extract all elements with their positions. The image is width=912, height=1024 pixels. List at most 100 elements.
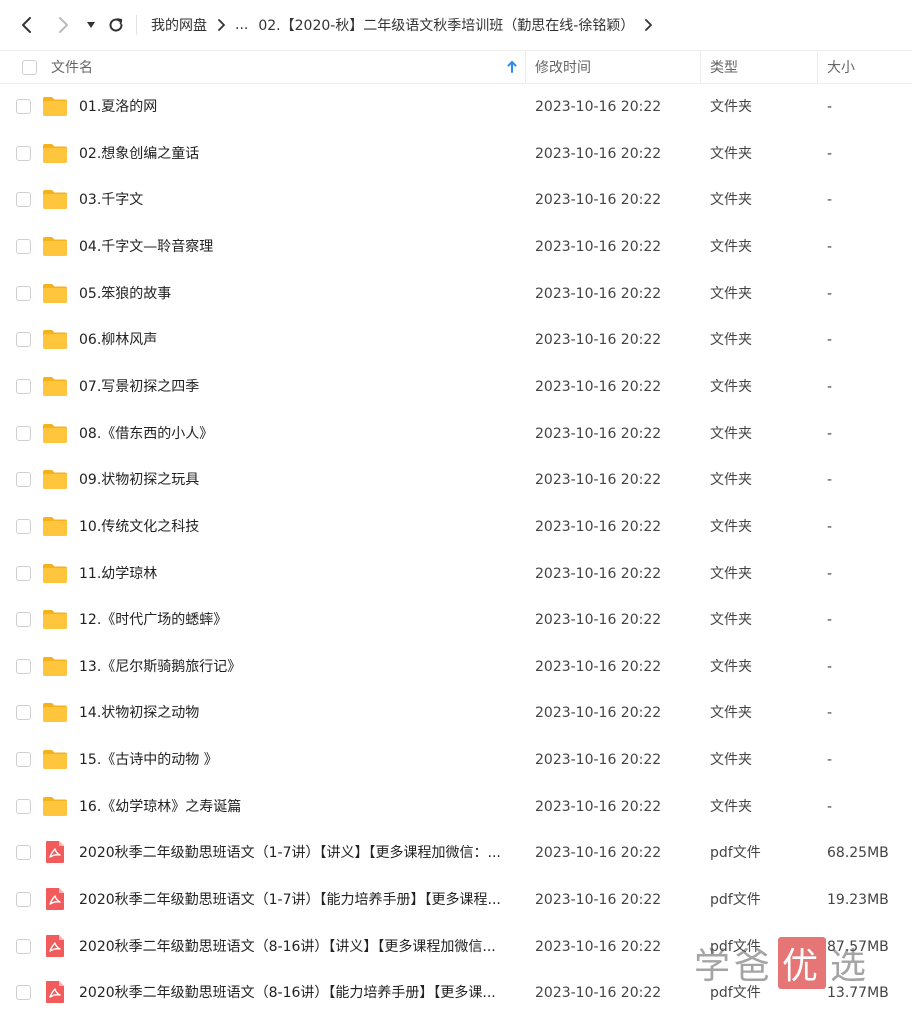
- file-name[interactable]: 2020秋季二年级勤思班语文（1-7讲）【讲义】【更多课程加微信：...: [79, 830, 501, 876]
- folder-icon: [42, 607, 68, 631]
- row-checkbox[interactable]: [16, 705, 31, 721]
- table-row[interactable]: 08.《借东西的小人》 2023-10-16 20:22 文件夹 -: [0, 411, 912, 458]
- row-checkbox[interactable]: [16, 518, 31, 534]
- row-checkbox[interactable]: [16, 332, 31, 348]
- column-header-size[interactable]: 大小: [827, 51, 855, 83]
- file-name[interactable]: 10.传统文化之科技: [79, 504, 199, 550]
- table-row[interactable]: 16.《幼学琼林》之寿诞篇 2023-10-16 20:22 文件夹 -: [0, 784, 912, 831]
- table-row[interactable]: 12.《时代广场的蟋蟀》 2023-10-16 20:22 文件夹 -: [0, 597, 912, 644]
- toolbar: 我的网盘 ... 02.【2020-秋】二年级语文秋季培训班（勤思在线-徐铭颖）: [0, 0, 912, 50]
- file-name[interactable]: 15.《古诗中的动物 》: [79, 737, 218, 783]
- file-name[interactable]: 07.写景初探之四季: [79, 364, 199, 410]
- file-name[interactable]: 12.《时代广场的蟋蟀》: [79, 597, 227, 643]
- column-header-type[interactable]: 类型: [710, 51, 738, 83]
- folder-icon: [42, 514, 68, 538]
- table-row[interactable]: 06.柳林风声 2023-10-16 20:22 文件夹 -: [0, 317, 912, 364]
- row-checkbox[interactable]: [16, 658, 31, 674]
- file-name[interactable]: 11.幼学琼林: [79, 551, 157, 597]
- table-row[interactable]: 2020秋季二年级勤思班语文（8-16讲）【能力培养手册】【更多课... 2023…: [0, 970, 912, 1017]
- file-type: 文件夹: [710, 145, 752, 162]
- file-size: -: [827, 145, 833, 162]
- breadcrumb-root[interactable]: 我的网盘: [151, 15, 207, 35]
- column-divider: [525, 51, 526, 83]
- file-type: 文件夹: [710, 332, 752, 349]
- breadcrumb-current[interactable]: 02.【2020-秋】二年级语文秋季培训班（勤思在线-徐铭颖）: [258, 15, 634, 35]
- back-button[interactable]: [14, 12, 40, 38]
- table-row[interactable]: 09.状物初探之玩具 2023-10-16 20:22 文件夹 -: [0, 457, 912, 504]
- file-name[interactable]: 09.状物初探之玩具: [79, 457, 199, 503]
- row-checkbox[interactable]: [16, 612, 31, 628]
- file-name[interactable]: 14.状物初探之动物: [79, 690, 199, 736]
- table-row[interactable]: 03.千字文 2023-10-16 20:22 文件夹 -: [0, 177, 912, 224]
- breadcrumb-more-icon[interactable]: [644, 19, 653, 31]
- table-row[interactable]: 2020秋季二年级勤思班语文（8-16讲）【讲义】【更多课程加微信... 2023…: [0, 924, 912, 971]
- table-row[interactable]: 05.笨狼的故事 2023-10-16 20:22 文件夹 -: [0, 271, 912, 318]
- row-checkbox[interactable]: [16, 378, 31, 394]
- row-checkbox[interactable]: [16, 472, 31, 488]
- table-row[interactable]: 04.千字文—聆音察理 2023-10-16 20:22 文件夹 -: [0, 224, 912, 271]
- row-checkbox[interactable]: [16, 238, 31, 254]
- table-row[interactable]: 07.写景初探之四季 2023-10-16 20:22 文件夹 -: [0, 364, 912, 411]
- column-divider: [817, 51, 818, 83]
- table-row[interactable]: 02.想象创编之童话 2023-10-16 20:22 文件夹 -: [0, 131, 912, 178]
- file-size: 68.25MB: [827, 845, 889, 862]
- table-row[interactable]: 2020秋季二年级勤思班语文（1-7讲）【能力培养手册】【更多课程... 2023…: [0, 877, 912, 924]
- forward-button[interactable]: [50, 12, 76, 38]
- row-checkbox[interactable]: [16, 845, 31, 861]
- column-header-modified[interactable]: 修改时间: [535, 51, 591, 83]
- folder-icon: [42, 234, 68, 258]
- row-checkbox[interactable]: [16, 892, 31, 908]
- row-checkbox[interactable]: [16, 565, 31, 581]
- row-checkbox[interactable]: [16, 752, 31, 768]
- row-checkbox[interactable]: [16, 192, 31, 208]
- select-all-checkbox[interactable]: [22, 51, 37, 83]
- file-name[interactable]: 02.想象创编之童话: [79, 131, 199, 177]
- file-size: 13.77MB: [827, 985, 889, 1002]
- folder-icon: [42, 700, 68, 724]
- folder-icon: [42, 421, 68, 445]
- file-size: -: [827, 332, 833, 349]
- file-name[interactable]: 04.千字文—聆音察理: [79, 224, 213, 270]
- table-row[interactable]: 01.夏洛的网 2023-10-16 20:22 文件夹 -: [0, 84, 912, 131]
- table-row[interactable]: 11.幼学琼林 2023-10-16 20:22 文件夹 -: [0, 551, 912, 598]
- history-dropdown-button[interactable]: [78, 12, 104, 38]
- table-row[interactable]: 14.状物初探之动物 2023-10-16 20:22 文件夹 -: [0, 690, 912, 737]
- table-row[interactable]: 2020秋季二年级勤思班语文（1-7讲）【讲义】【更多课程加微信：... 2023…: [0, 830, 912, 877]
- table-row[interactable]: 15.《古诗中的动物 》 2023-10-16 20:22 文件夹 -: [0, 737, 912, 784]
- file-name[interactable]: 06.柳林风声: [79, 317, 157, 363]
- file-type: 文件夹: [710, 612, 752, 629]
- file-type: 文件夹: [710, 472, 752, 489]
- file-modified-time: 2023-10-16 20:22: [535, 892, 662, 909]
- file-modified-time: 2023-10-16 20:22: [535, 938, 662, 955]
- file-name[interactable]: 01.夏洛的网: [79, 84, 157, 130]
- breadcrumb-ellipsis[interactable]: ...: [235, 17, 248, 33]
- row-checkbox[interactable]: [16, 985, 31, 1001]
- row-checkbox[interactable]: [16, 99, 31, 114]
- row-checkbox[interactable]: [16, 145, 31, 161]
- file-name[interactable]: 08.《借东西的小人》: [79, 411, 213, 457]
- file-modified-time: 2023-10-16 20:22: [535, 752, 662, 769]
- file-name[interactable]: 05.笨狼的故事: [79, 271, 171, 317]
- file-modified-time: 2023-10-16 20:22: [535, 518, 662, 535]
- file-name[interactable]: 03.千字文: [79, 177, 143, 223]
- pdf-icon: [42, 980, 68, 1004]
- row-checkbox[interactable]: [16, 798, 31, 814]
- row-checkbox[interactable]: [16, 285, 31, 301]
- file-name[interactable]: 2020秋季二年级勤思班语文（1-7讲）【能力培养手册】【更多课程...: [79, 877, 501, 923]
- file-name[interactable]: 13.《尼尔斯骑鹅旅行记》: [79, 644, 241, 690]
- chevron-right-icon: [59, 17, 68, 33]
- file-modified-time: 2023-10-16 20:22: [535, 285, 662, 302]
- file-type: pdf文件: [710, 892, 761, 909]
- file-name[interactable]: 2020秋季二年级勤思班语文（8-16讲）【能力培养手册】【更多课...: [79, 970, 496, 1016]
- file-size: -: [827, 752, 833, 769]
- table-row[interactable]: 13.《尼尔斯骑鹅旅行记》 2023-10-16 20:22 文件夹 -: [0, 644, 912, 691]
- file-name[interactable]: 16.《幼学琼林》之寿诞篇: [79, 784, 241, 830]
- refresh-button[interactable]: [103, 12, 129, 38]
- table-row[interactable]: 10.传统文化之科技 2023-10-16 20:22 文件夹 -: [0, 504, 912, 551]
- row-checkbox[interactable]: [16, 425, 31, 441]
- folder-icon: [42, 374, 68, 398]
- file-name[interactable]: 2020秋季二年级勤思班语文（8-16讲）【讲义】【更多课程加微信...: [79, 924, 496, 970]
- column-header-name[interactable]: 文件名: [51, 51, 93, 83]
- sort-ascending-icon[interactable]: [507, 51, 517, 83]
- row-checkbox[interactable]: [16, 938, 31, 954]
